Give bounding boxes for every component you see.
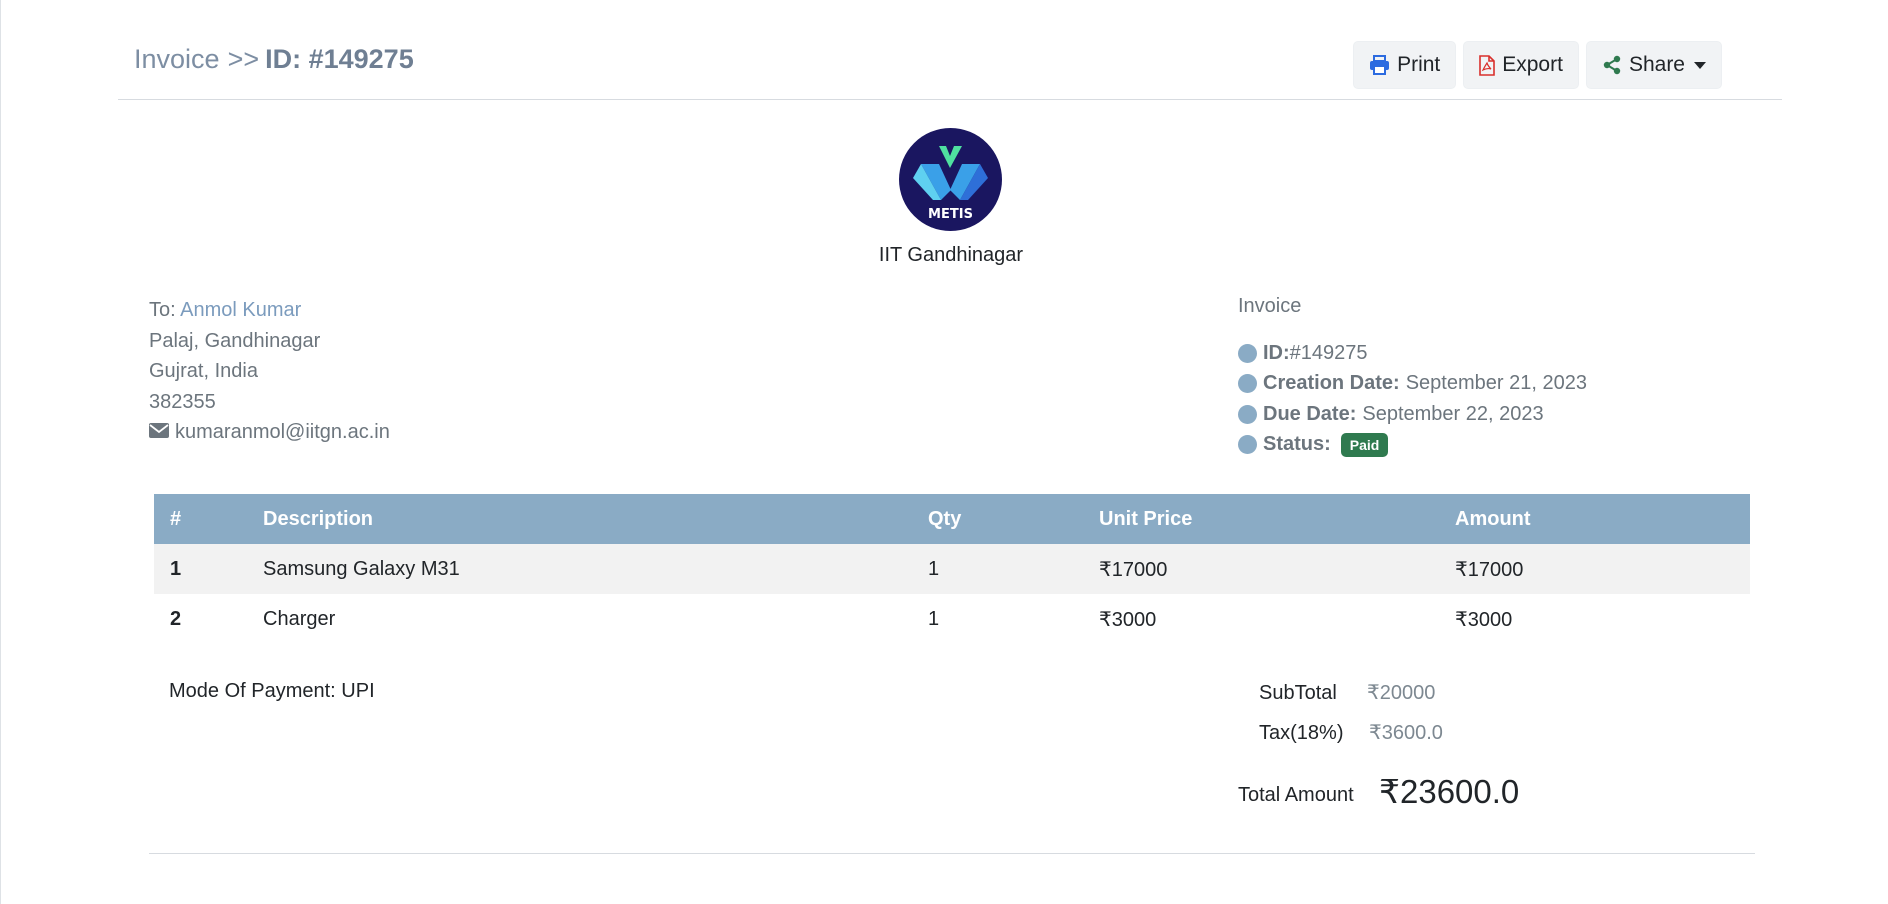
recipient-name[interactable]: Anmol Kumar bbox=[180, 299, 301, 321]
export-label: Export bbox=[1502, 53, 1563, 76]
invoice-id-value: #149275 bbox=[1289, 341, 1368, 364]
company-name: IIT Gandhinagar bbox=[878, 244, 1024, 266]
address-line2: Gujrat, India bbox=[149, 360, 258, 382]
printer-icon bbox=[1369, 55, 1390, 75]
status-badge: Paid bbox=[1340, 432, 1389, 457]
invoice-id-label: ID: bbox=[1263, 341, 1290, 364]
pdf-file-icon bbox=[1479, 54, 1496, 76]
invoice-header-bar: Invoice >> ID: #149275 Print Export Share bbox=[118, 30, 1782, 100]
invoice-details: Invoice ID: #149275 Creation Date: Septemb… bbox=[1238, 295, 1587, 460]
tax-row: Tax(18%) ₹3600.0 bbox=[1259, 720, 1443, 745]
status-row: Status: Paid bbox=[1238, 430, 1587, 461]
breadcrumb: Invoice >> ID: #149275 bbox=[134, 44, 414, 75]
table-header-row: # Description Qty Unit Price Amount bbox=[154, 494, 1750, 544]
table-row: 2 Charger 1 ₹3000 ₹3000 bbox=[154, 594, 1750, 644]
bullet-icon bbox=[1238, 374, 1257, 394]
creation-date-label: Creation Date: bbox=[1263, 372, 1400, 395]
row-amount: ₹3000 bbox=[1455, 608, 1513, 631]
invoice-title: Invoice bbox=[1238, 295, 1302, 317]
row-qty: 1 bbox=[928, 557, 940, 580]
column-header-qty: Qty bbox=[928, 507, 962, 530]
caret-down-icon bbox=[1694, 61, 1706, 69]
row-qty: 1 bbox=[928, 607, 940, 630]
invoice-items-table: # Description Qty Unit Price Amount 1 Sa… bbox=[154, 494, 1750, 644]
bullet-icon bbox=[1238, 343, 1257, 363]
due-date-value: September 22, 2023 bbox=[1362, 402, 1544, 425]
column-header-unit-price: Unit Price bbox=[1099, 507, 1193, 530]
logo-text: METIS bbox=[928, 207, 973, 222]
row-unit-price: ₹17000 bbox=[1099, 558, 1168, 581]
row-amount: ₹17000 bbox=[1455, 558, 1524, 581]
tax-label: Tax(18%) bbox=[1259, 722, 1344, 744]
row-unit-price: ₹3000 bbox=[1099, 608, 1157, 631]
bullet-icon bbox=[1238, 435, 1257, 455]
action-buttons: Print Export Share bbox=[1353, 41, 1722, 89]
recipient-line: To: Anmol Kumar bbox=[149, 295, 390, 326]
share-icon bbox=[1602, 55, 1622, 75]
column-header-amount: Amount bbox=[1455, 507, 1531, 530]
address-line1: Palaj, Gandhinagar bbox=[149, 329, 321, 352]
row-description: Samsung Galaxy M31 bbox=[263, 557, 460, 580]
total-amount-label: Total Amount bbox=[1238, 784, 1354, 806]
share-button[interactable]: Share bbox=[1585, 41, 1722, 89]
creation-date-value: September 21, 2023 bbox=[1405, 372, 1587, 395]
share-label: Share bbox=[1628, 53, 1685, 76]
recipient-email[interactable]: kumaranmol@iitgn.ac.in bbox=[175, 417, 390, 448]
recipient-block: To: Anmol Kumar Palaj, Gandhinagar Gujra… bbox=[149, 295, 390, 448]
subtotal-row: SubTotal ₹20000 bbox=[1259, 680, 1435, 705]
breadcrumb-current: ID: #149275 bbox=[265, 44, 414, 74]
breadcrumb-separator: >> bbox=[227, 44, 260, 74]
subtotal-value: ₹20000 bbox=[1367, 682, 1436, 704]
subtotal-label: SubTotal bbox=[1259, 682, 1337, 704]
postal-code: 382355 bbox=[149, 390, 216, 413]
column-header-index: # bbox=[170, 507, 182, 530]
invoice-id-row: ID: #149275 bbox=[1238, 338, 1587, 369]
breadcrumb-parent[interactable]: Invoice bbox=[134, 44, 220, 74]
export-button[interactable]: Export bbox=[1463, 41, 1579, 89]
row-index: 2 bbox=[170, 607, 182, 630]
print-button[interactable]: Print bbox=[1353, 41, 1457, 89]
column-header-description: Description bbox=[263, 507, 374, 530]
row-description: Charger bbox=[263, 607, 336, 630]
row-index: 1 bbox=[170, 557, 182, 580]
due-date-label: Due Date: bbox=[1263, 402, 1357, 425]
footer-divider bbox=[149, 853, 1755, 854]
bullet-icon bbox=[1238, 404, 1257, 424]
creation-date-row: Creation Date: September 21, 2023 bbox=[1238, 369, 1587, 400]
email-row: kumaranmol@iitgn.ac.in bbox=[149, 417, 390, 448]
due-date-row: Due Date: September 22, 2023 bbox=[1238, 399, 1587, 430]
to-prefix: To: bbox=[149, 299, 176, 321]
envelope-icon bbox=[149, 417, 169, 448]
tax-value: ₹3600.0 bbox=[1369, 722, 1443, 744]
company-logo: METIS bbox=[899, 128, 1002, 231]
status-label: Status: bbox=[1263, 433, 1331, 456]
print-label: Print bbox=[1397, 53, 1441, 76]
payment-mode: Mode Of Payment: UPI bbox=[169, 680, 375, 702]
total-amount-value: ₹23600.0 bbox=[1379, 773, 1520, 810]
table-row: 1 Samsung Galaxy M31 1 ₹17000 ₹17000 bbox=[154, 544, 1750, 594]
